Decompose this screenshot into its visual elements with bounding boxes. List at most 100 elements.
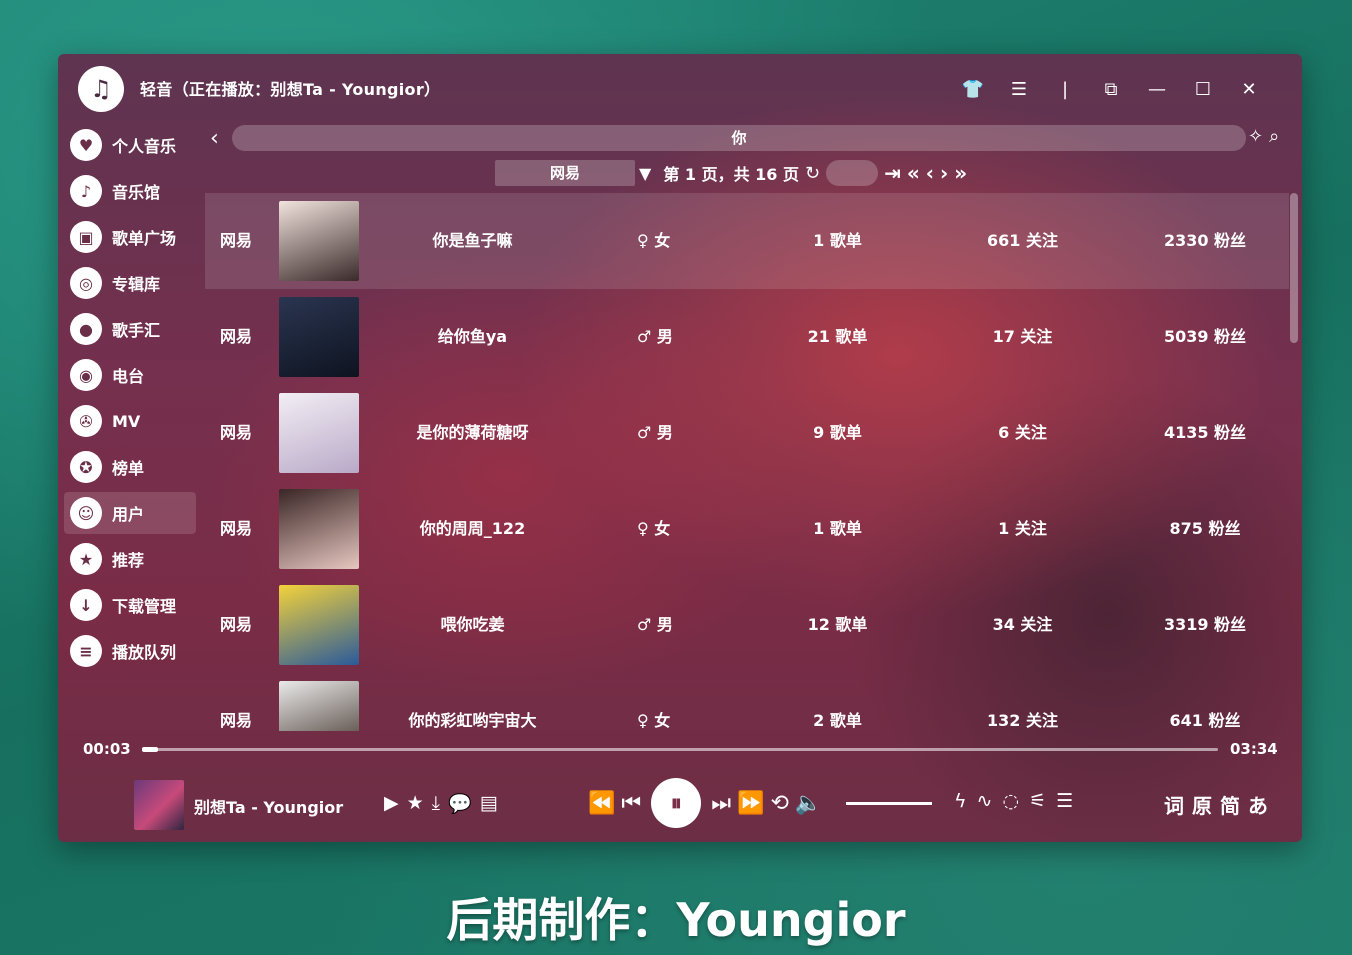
favorite-icon[interactable]: ★ xyxy=(407,792,424,815)
user-following: 661 关注 xyxy=(987,231,1058,250)
user-playlists: 21 歌单 xyxy=(807,327,868,346)
download-icon[interactable]: ⤓ xyxy=(432,792,440,815)
close-icon[interactable]: ✕ xyxy=(1226,76,1272,102)
simplified-button[interactable]: 简 xyxy=(1220,790,1240,819)
chevron-down-icon[interactable]: ▼ xyxy=(639,164,651,183)
next-page-icon[interactable]: › xyxy=(940,161,948,185)
star-icon: ★ xyxy=(70,543,102,575)
sidebar-item[interactable]: ≡ 播放队列 xyxy=(64,630,196,672)
sidebar-item-label: 用户 xyxy=(112,505,145,524)
refresh-icon[interactable]: ↻ xyxy=(805,163,820,184)
user-avatar[interactable] xyxy=(279,297,359,377)
user-row[interactable]: 网易 你的彩虹哟宇宙大 ♀ 女 2 歌单 132 关注 641 粉丝 xyxy=(205,673,1289,731)
original-lyric-button[interactable]: 原 xyxy=(1192,790,1212,819)
user-following: 17 关注 xyxy=(992,327,1053,346)
sidebar-item-label: 专辑库 xyxy=(112,275,161,294)
user-source: 网易 xyxy=(220,519,253,538)
comment-icon[interactable]: 💬 xyxy=(448,792,472,815)
source-select[interactable]: 网易 xyxy=(495,160,635,186)
volume-slider[interactable] xyxy=(846,802,932,805)
user-source: 网易 xyxy=(220,711,253,730)
sidebar-item[interactable]: ♥ 个人音乐 xyxy=(64,124,196,166)
lightning-icon[interactable]: ϟ xyxy=(954,790,967,812)
user-avatar[interactable] xyxy=(279,201,359,281)
sidebar-item-label: 播放队列 xyxy=(112,643,177,662)
search-icon[interactable]: ⌕ xyxy=(1269,126,1279,147)
back-arrow-icon[interactable]: ‹ xyxy=(210,126,219,151)
sidebar-item[interactable]: ✇ MV xyxy=(64,400,196,442)
user-name: 是你的薄荷糖呀 xyxy=(416,423,529,442)
sidebar-item[interactable]: ✪ 榜单 xyxy=(64,446,196,488)
sidebar-item[interactable]: ☺ 用户 xyxy=(64,492,196,534)
lyric-toggle-button[interactable]: 词 xyxy=(1164,790,1184,819)
user-gender: ♂ 男 xyxy=(637,615,673,634)
equalizer-icon[interactable]: ⚟ xyxy=(1029,790,1046,812)
user-avatar[interactable] xyxy=(279,681,359,731)
repeat-icon[interactable]: ⟲ xyxy=(770,791,788,816)
divider: | xyxy=(1061,78,1069,100)
search-input[interactable]: 你 xyxy=(232,125,1246,151)
user-avatar[interactable] xyxy=(279,489,359,569)
waveform-icon[interactable]: ∿ xyxy=(977,790,993,812)
person-icon: ● xyxy=(70,313,102,345)
go-page-icon[interactable]: ⇥ xyxy=(884,161,901,185)
sidebar-item[interactable]: ◎ 专辑库 xyxy=(64,262,196,304)
user-following: 1 关注 xyxy=(998,519,1047,538)
miniplayer-icon[interactable]: ⧉ xyxy=(1088,76,1134,102)
user-fans: 641 粉丝 xyxy=(1169,711,1241,730)
user-avatar[interactable] xyxy=(279,393,359,473)
playlist-icon[interactable]: ☰ xyxy=(1056,790,1073,812)
now-playing-title[interactable]: 别想Ta - Youngior xyxy=(194,794,343,818)
radio-icon: ◉ xyxy=(70,359,102,391)
app-logo-icon: ♫ xyxy=(78,66,124,112)
scrollbar[interactable] xyxy=(1290,193,1298,343)
track-actions: ▶ ★ ⤓ 💬 ▤ xyxy=(384,792,498,815)
user-row[interactable]: 网易 给你鱼ya ♂ 男 21 歌单 17 关注 5039 粉丝 xyxy=(205,289,1289,385)
theme-shirt-icon[interactable]: 👕 xyxy=(950,76,996,102)
sidebar-item[interactable]: ♪ 音乐馆 xyxy=(64,170,196,212)
user-playlists: 1 歌单 xyxy=(813,519,862,538)
sidebar-item[interactable]: ◉ 电台 xyxy=(64,354,196,396)
user-row[interactable]: 网易 你是鱼子嘛 ♀ 女 1 歌单 661 关注 2330 粉丝 xyxy=(205,193,1289,289)
last-page-icon[interactable]: » xyxy=(954,161,967,185)
fast-forward-icon[interactable]: ⏩ xyxy=(737,791,764,816)
film-reel-icon: ✇ xyxy=(70,405,102,437)
playlist-icon: ▣ xyxy=(70,221,102,253)
progress-fill xyxy=(142,747,159,752)
sidebar-item[interactable]: ↓ 下载管理 xyxy=(64,584,196,626)
clear-icon[interactable]: ✧ xyxy=(1248,126,1263,147)
queue-icon: ≡ xyxy=(70,635,102,667)
sidebar-item[interactable]: ▣ 歌单广场 xyxy=(64,216,196,258)
prev-page-icon[interactable]: ‹ xyxy=(926,161,934,185)
user-row[interactable]: 网易 喂你吃姜 ♂ 男 12 歌单 34 关注 3319 粉丝 xyxy=(205,577,1289,673)
menu-icon[interactable]: ☰ xyxy=(996,76,1042,102)
minimize-icon[interactable]: — xyxy=(1134,76,1180,102)
user-fans: 4135 粉丝 xyxy=(1163,423,1247,442)
sidebar-item-label: MV xyxy=(112,411,141,431)
sidebar: ♥ 个人音乐 ♪ 音乐馆 ▣ 歌单广场 ◎ 专辑库 ● 歌手汇 ◉ 电台 ✇ MV ✪ 榜单 ☺ 用户 ★ 推荐 ↓ 下载… xyxy=(64,124,196,676)
user-avatar[interactable] xyxy=(279,585,359,665)
lyrics-panel-icon[interactable]: ▤ xyxy=(480,792,498,815)
user-row[interactable]: 网易 是你的薄荷糖呀 ♂ 男 9 歌单 6 关注 4135 粉丝 xyxy=(205,385,1289,481)
romaji-button[interactable]: あ xyxy=(1248,790,1268,819)
search-tools: ✧ ⌕ xyxy=(1248,126,1279,147)
rewind-icon[interactable]: ⏪ xyxy=(588,791,615,816)
maximize-icon[interactable]: ☐ xyxy=(1180,76,1226,102)
user-list: 网易 你是鱼子嘛 ♀ 女1 歌单 661 关注 2330 粉丝 网易 给你鱼ya ♂ 男 21 … xyxy=(205,193,1289,731)
volume-icon[interactable]: 🔈 xyxy=(795,791,822,816)
now-playing-cover[interactable] xyxy=(134,780,184,830)
user-row[interactable]: 网易 你的周周_122 ♀ 女 1 歌单 1 关注 875 粉丝 xyxy=(205,481,1289,577)
user-gender: ♀ 女 xyxy=(637,231,671,250)
user-name: 喂你吃姜 xyxy=(440,615,505,634)
mv-icon[interactable]: ▶ xyxy=(384,792,399,815)
next-icon[interactable]: ⏭ xyxy=(711,791,731,816)
drop-icon[interactable]: ◌ xyxy=(1002,790,1019,812)
sidebar-item[interactable]: ● 歌手汇 xyxy=(64,308,196,350)
progress-bar[interactable] xyxy=(142,747,1218,752)
user-gender: ♀ 女 xyxy=(637,711,671,730)
first-page-icon[interactable]: « xyxy=(907,161,920,185)
page-number-input[interactable] xyxy=(826,160,879,186)
pause-button[interactable]: ⏸ xyxy=(651,778,702,828)
sidebar-item[interactable]: ★ 推荐 xyxy=(64,538,196,580)
previous-icon[interactable]: ⏮ xyxy=(621,791,641,816)
